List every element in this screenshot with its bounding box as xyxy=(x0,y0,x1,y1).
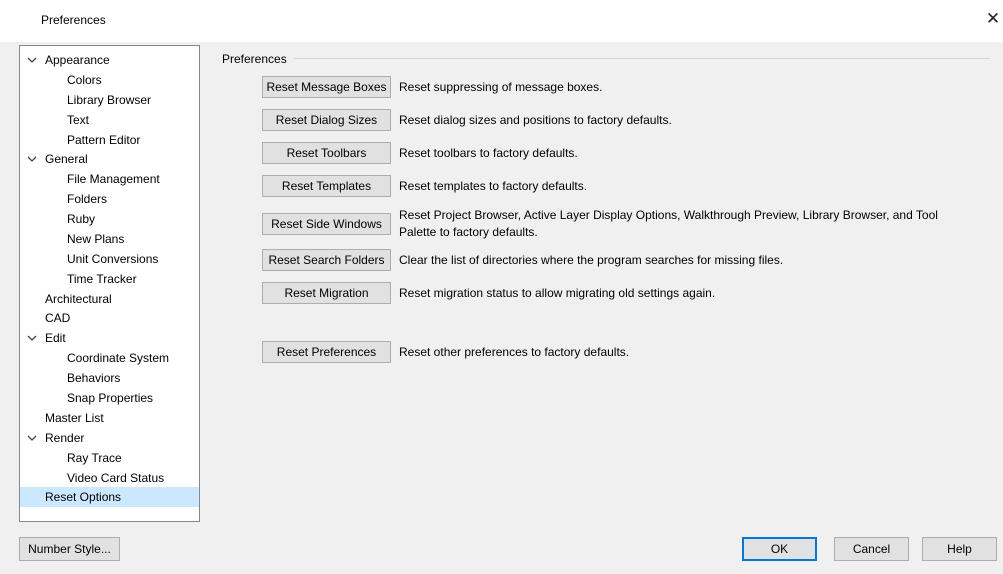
reset-templates-button[interactable]: Reset Templates xyxy=(262,175,391,197)
tree-item-architectural[interactable]: Architectural xyxy=(20,289,199,309)
tree-item-label: Reset Options xyxy=(45,490,122,504)
tree-item-unit-conversions[interactable]: Unit Conversions xyxy=(20,249,199,269)
reset-toolbars-description: Reset toolbars to factory defaults. xyxy=(399,146,578,160)
tree-item-snap-properties[interactable]: Snap Properties xyxy=(20,388,199,408)
tree-item-ray-trace[interactable]: Ray Trace xyxy=(20,448,199,468)
reset-search-folders-button[interactable]: Reset Search Folders xyxy=(262,249,391,271)
tree-item-label: Text xyxy=(67,113,90,127)
chevron-down-icon[interactable] xyxy=(26,328,38,348)
tree-item-edit[interactable]: Edit xyxy=(20,328,199,348)
title-bar: Preferences ✕ xyxy=(0,0,1003,42)
tree-item-label: Library Browser xyxy=(67,93,152,107)
reset-templates-description: Reset templates to factory defaults. xyxy=(399,179,588,193)
tree-item-colors[interactable]: Colors xyxy=(20,70,199,90)
reset-toolbars-button[interactable]: Reset Toolbars xyxy=(262,142,391,164)
tree-item-label: Appearance xyxy=(45,53,110,67)
reset-side-windows-description-line1: Reset Project Browser, Active Layer Disp… xyxy=(399,208,938,222)
tree-item-folders[interactable]: Folders xyxy=(20,189,199,209)
tree-item-new-plans[interactable]: New Plans xyxy=(20,229,199,249)
tree-item-label: Behaviors xyxy=(67,371,121,385)
tree-item-coordinate-system[interactable]: Coordinate System xyxy=(20,348,199,368)
tree-item-appearance[interactable]: Appearance xyxy=(20,50,199,70)
reset-message-boxes-description: Reset suppressing of message boxes. xyxy=(399,80,603,94)
tree-item-label: Coordinate System xyxy=(67,351,170,365)
chevron-down-icon[interactable] xyxy=(26,428,38,448)
tree-item-label: CAD xyxy=(45,311,71,325)
tree-item-label: General xyxy=(45,152,88,166)
help-button[interactable]: Help xyxy=(922,537,997,561)
tree-item-label: Unit Conversions xyxy=(67,252,159,266)
group-divider xyxy=(294,58,990,59)
tree-item-label: Time Tracker xyxy=(67,272,137,286)
tree-item-text[interactable]: Text xyxy=(20,110,199,130)
tree-item-label: Master List xyxy=(45,411,104,425)
tree-item-label: Ray Trace xyxy=(67,451,122,465)
ok-button[interactable]: OK xyxy=(742,537,817,561)
tree-item-label: Video Card Status xyxy=(67,471,165,485)
tree-item-cad[interactable]: CAD xyxy=(20,308,199,328)
cancel-button[interactable]: Cancel xyxy=(834,537,909,561)
tree-item-label: Ruby xyxy=(67,212,96,226)
group-label: Preferences xyxy=(222,52,287,66)
tree-item-behaviors[interactable]: Behaviors xyxy=(20,368,199,388)
tree-item-general[interactable]: General xyxy=(20,149,199,169)
reset-search-folders-description: Clear the list of directories where the … xyxy=(399,253,784,267)
reset-side-windows-description-line2: Palette to factory defaults. xyxy=(399,225,538,239)
tree-item-time-tracker[interactable]: Time Tracker xyxy=(20,269,199,289)
tree-item-label: Snap Properties xyxy=(67,391,154,405)
chevron-down-icon[interactable] xyxy=(26,50,38,70)
tree-item-ruby[interactable]: Ruby xyxy=(20,209,199,229)
reset-migration-description: Reset migration status to allow migratin… xyxy=(399,286,716,300)
reset-migration-button[interactable]: Reset Migration xyxy=(262,282,391,304)
tree-item-label: Pattern Editor xyxy=(67,133,141,147)
tree-item-master-list[interactable]: Master List xyxy=(20,408,199,428)
reset-message-boxes-button[interactable]: Reset Message Boxes xyxy=(262,76,391,98)
tree-item-label: New Plans xyxy=(67,232,125,246)
tree-item-label: Folders xyxy=(67,192,108,206)
reset-side-windows-button[interactable]: Reset Side Windows xyxy=(262,213,391,235)
tree-item-library-browser[interactable]: Library Browser xyxy=(20,90,199,110)
reset-preferences-description: Reset other preferences to factory defau… xyxy=(399,345,630,359)
tree-item-label: Render xyxy=(45,431,85,445)
window-title: Preferences xyxy=(41,13,106,27)
tree-item-video-card-status[interactable]: Video Card Status xyxy=(20,468,199,488)
tree-item-file-management[interactable]: File Management xyxy=(20,169,199,189)
chevron-down-icon[interactable] xyxy=(26,149,38,169)
close-icon[interactable]: ✕ xyxy=(983,9,1003,29)
tree-item-label: Architectural xyxy=(45,292,112,306)
tree-item-label: Edit xyxy=(45,331,66,345)
category-tree[interactable]: Appearance Colors Library Browser Text P… xyxy=(19,45,200,522)
tree-item-render[interactable]: Render xyxy=(20,428,199,448)
tree-item-label: Colors xyxy=(67,73,102,87)
reset-dialog-sizes-button[interactable]: Reset Dialog Sizes xyxy=(262,109,391,131)
number-style-button[interactable]: Number Style... xyxy=(19,537,120,561)
tree-item-reset-options[interactable]: Reset Options xyxy=(20,487,199,507)
reset-dialog-sizes-description: Reset dialog sizes and positions to fact… xyxy=(399,113,672,127)
tree-item-label: File Management xyxy=(67,172,160,186)
tree-item-pattern-editor[interactable]: Pattern Editor xyxy=(20,130,199,150)
reset-preferences-button[interactable]: Reset Preferences xyxy=(262,341,391,363)
